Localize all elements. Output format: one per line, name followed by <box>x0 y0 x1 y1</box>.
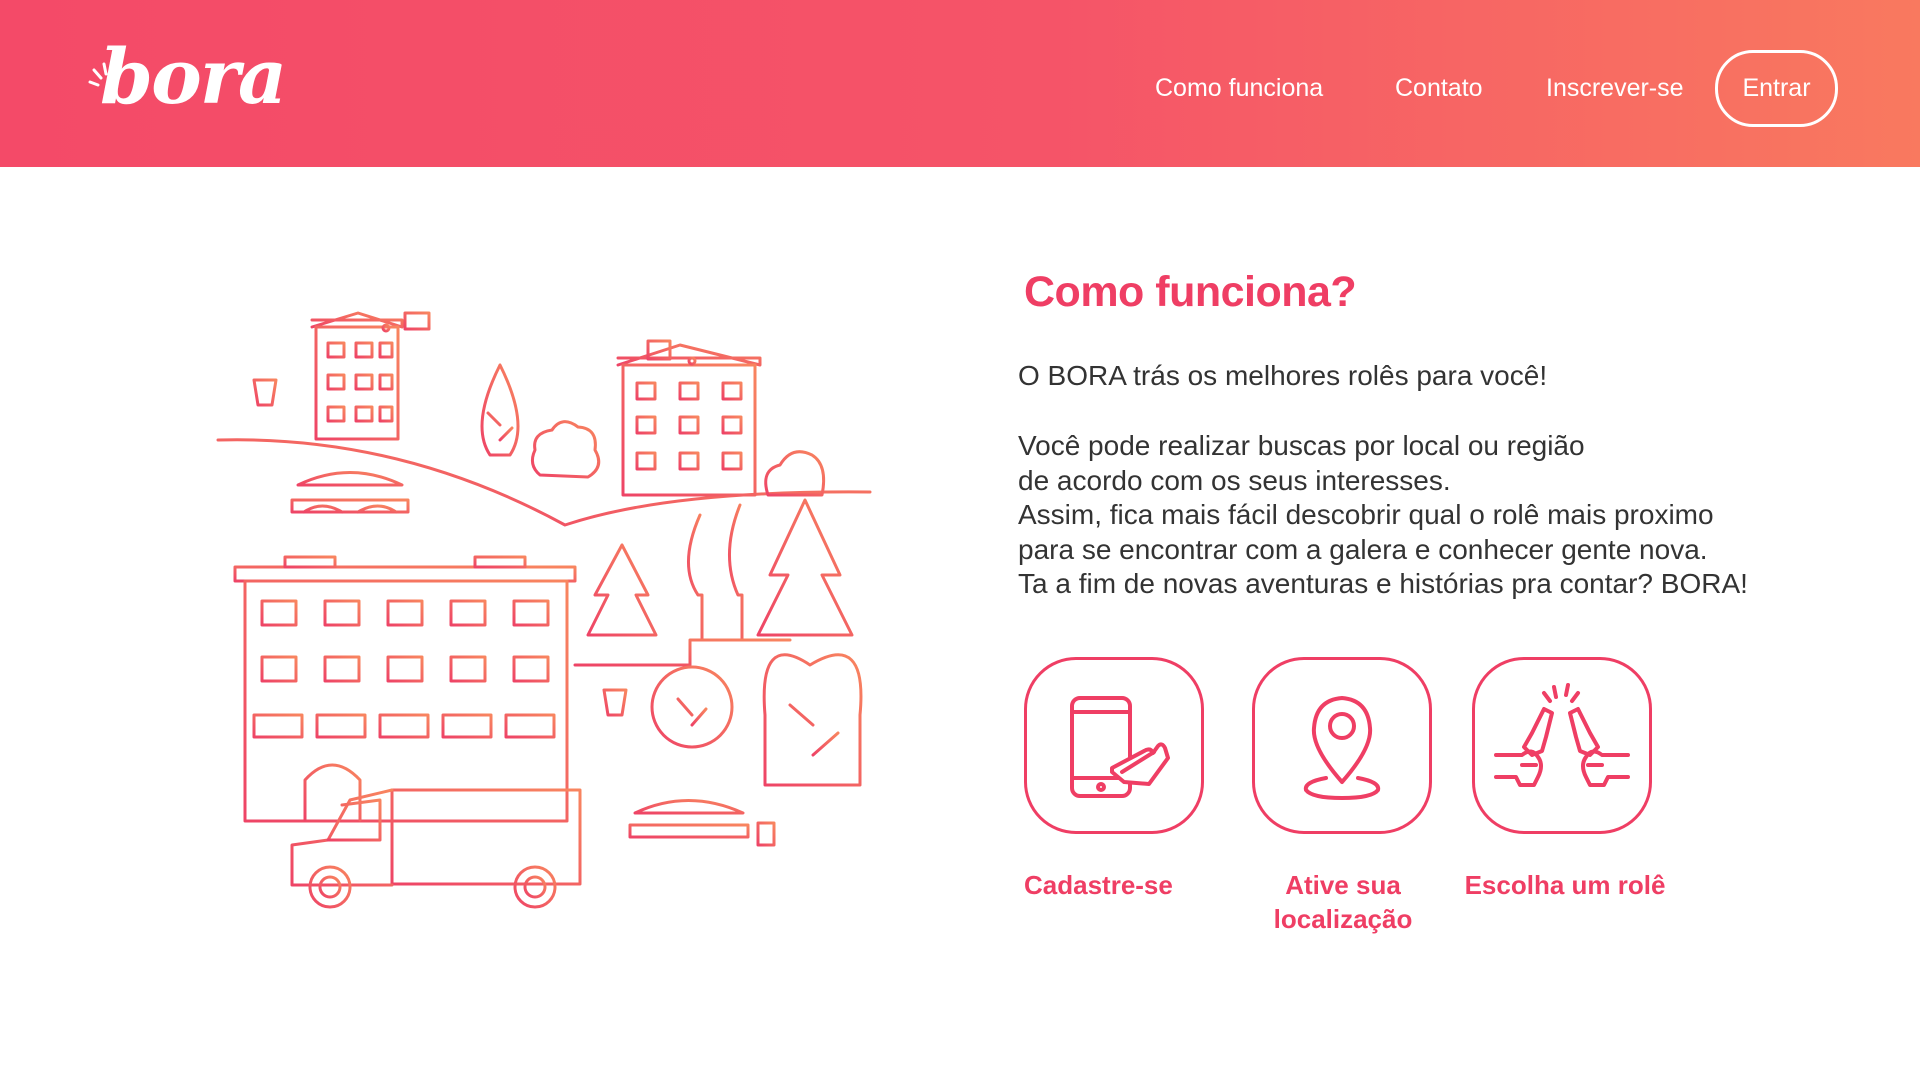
intro-text: O BORA trás os melhores rolês para você! <box>1018 360 1548 391</box>
nav-link-signup[interactable]: Inscrever-se <box>1546 74 1684 103</box>
bora-logo[interactable]: bora <box>84 32 287 126</box>
location-pin-icon <box>1303 695 1381 800</box>
nav-link-contact[interactable]: Contato <box>1395 74 1483 103</box>
cheers-icon <box>1494 682 1630 787</box>
step-card-choose[interactable] <box>1472 657 1652 834</box>
description-line: Assim, fica mais fácil descobrir qual o … <box>1018 499 1714 531</box>
description-line: de acordo com os seus interesses. <box>1018 464 1451 496</box>
section-title: Como funciona? <box>1024 268 1357 316</box>
step-label-signup: Cadastre-se <box>1024 870 1173 900</box>
site-header: bora Como funciona Contato Inscrever-se … <box>0 0 1920 167</box>
nav-link-how-it-works[interactable]: Como funciona <box>1155 74 1323 103</box>
description-line: Ta a fim de novas aventuras e histórias … <box>1018 568 1748 600</box>
step-card-location[interactable] <box>1252 657 1432 834</box>
city-illustration <box>216 311 872 909</box>
login-button[interactable]: Entrar <box>1715 50 1838 127</box>
description-line: Você pode realizar buscas por local ou r… <box>1018 430 1585 461</box>
description-line: para se encontrar com a galera e conhece… <box>1018 533 1708 565</box>
logo-text: bora <box>100 32 287 121</box>
description-text: Você pode realizar buscas por local ou r… <box>1018 429 1748 602</box>
phone-tap-icon <box>1070 695 1170 798</box>
step-label-location: Ative sua localização <box>1273 870 1413 934</box>
step-label-choose: Escolha um rolê <box>1464 870 1666 900</box>
step-card-signup[interactable] <box>1024 657 1204 834</box>
